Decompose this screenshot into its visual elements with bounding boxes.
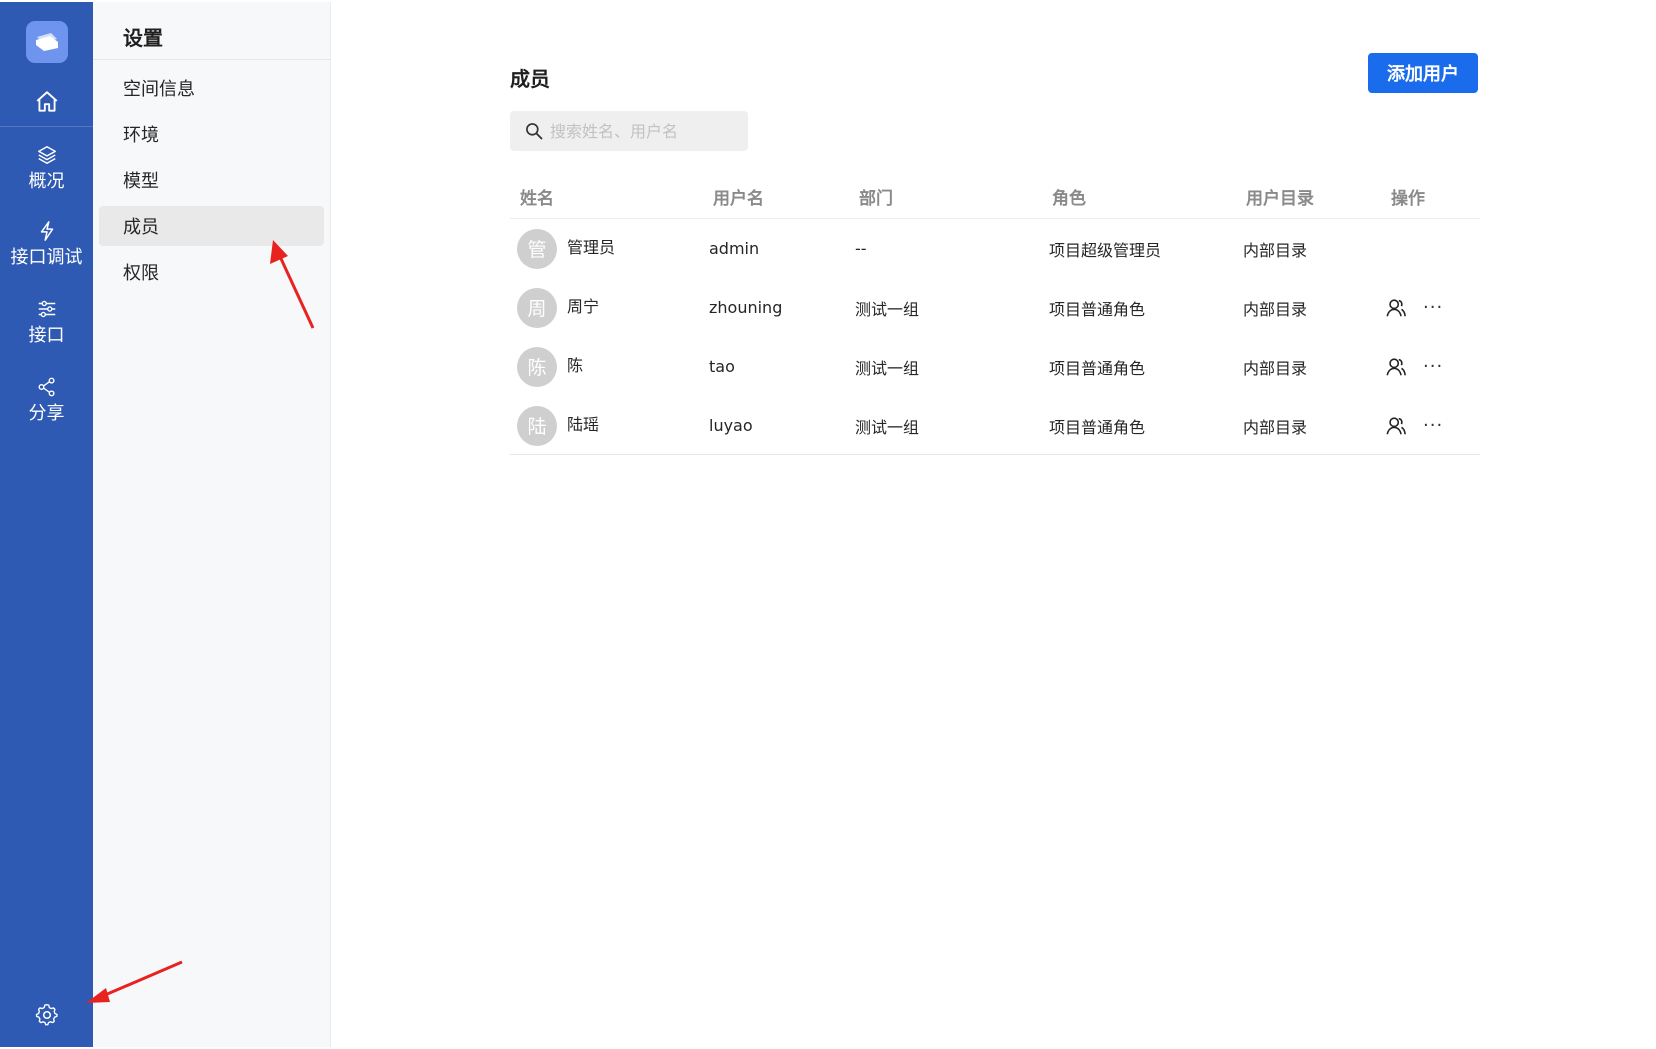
avatar: 陈 (517, 346, 557, 387)
username-cell: admin (709, 239, 760, 258)
name-cell: 管 管理员 (517, 219, 615, 278)
directory-cell: 内部目录 (1243, 358, 1308, 378)
role-cell: 项目超级管理员 (1049, 240, 1162, 260)
table-row: 陆 陆瑶 luyao 测试一组 项目普通角色 内部目录 ··· (510, 396, 1480, 455)
home-icon (36, 91, 57, 112)
column-header-username: 用户名 (713, 189, 764, 209)
app-window: 概况 接口调试 接口 分享 设置 空间信息 环境 模型 成员 权限 成员 添加用… (0, 2, 1656, 1047)
rail-item-label: 概况 (28, 171, 65, 192)
avatar: 管 (517, 228, 557, 269)
rail-item-api-debug[interactable]: 接口调试 (0, 218, 93, 270)
rail-item-share[interactable]: 分享 (0, 374, 93, 426)
username-cell: zhouning (709, 298, 783, 317)
role-cell: 项目普通角色 (1049, 417, 1146, 437)
role-cell: 项目普通角色 (1049, 358, 1146, 378)
department-cell: 测试一组 (855, 358, 920, 378)
search-box[interactable] (510, 111, 748, 151)
member-name: 陆瑶 (567, 414, 600, 434)
table-header: 姓名 用户名 部门 角色 用户目录 操作 (510, 174, 1480, 219)
department-cell: 测试一组 (855, 417, 920, 437)
member-name: 陈 (567, 355, 584, 375)
actions-cell: ··· (1383, 396, 1443, 455)
rail-item-label: 分享 (28, 403, 65, 424)
settings-divider (93, 59, 331, 60)
nav-rail: 概况 接口调试 接口 分享 (0, 2, 93, 1047)
more-icon[interactable]: ··· (1423, 356, 1443, 377)
menu-item-space-info[interactable]: 空间信息 (99, 68, 324, 108)
directory-cell: 内部目录 (1243, 240, 1308, 260)
name-cell: 陈 陈 (517, 337, 583, 396)
column-header-department: 部门 (859, 189, 893, 209)
column-header-directory: 用户目录 (1246, 189, 1314, 209)
role-cell: 项目普通角色 (1049, 299, 1146, 319)
avatar: 周 (517, 287, 557, 328)
avatar: 陆 (517, 405, 557, 446)
table-row: 周 周宁 zhouning 测试一组 项目普通角色 内部目录 ··· (510, 278, 1480, 337)
rail-item-label: 接口调试 (10, 247, 83, 268)
page-title: 成员 (510, 67, 550, 91)
menu-item-environment[interactable]: 环境 (99, 114, 324, 154)
department-cell: -- (855, 239, 867, 258)
lightning-icon (36, 218, 58, 244)
search-icon (526, 123, 543, 140)
directory-cell: 内部目录 (1243, 417, 1308, 437)
department-cell: 测试一组 (855, 299, 920, 319)
column-header-role: 角色 (1052, 189, 1086, 209)
search-input[interactable] (550, 121, 740, 141)
settings-title: 设置 (123, 26, 163, 50)
rail-item-api[interactable]: 接口 (0, 296, 93, 348)
column-header-actions: 操作 (1391, 189, 1425, 209)
actions-cell: ··· (1383, 337, 1443, 396)
name-cell: 陆 陆瑶 (517, 396, 599, 455)
rail-item-overview[interactable]: 概况 (0, 142, 93, 194)
share-icon (36, 374, 58, 400)
user-role-icon[interactable] (1383, 354, 1409, 380)
home-nav-button[interactable] (0, 77, 93, 127)
members-table: 姓名 用户名 部门 角色 用户目录 操作 管 管理员 admin -- 项目超级… (510, 174, 1480, 455)
actions-cell: ··· (1383, 278, 1443, 337)
member-name: 管理员 (567, 237, 616, 257)
column-header-name: 姓名 (520, 189, 554, 209)
logo-icon (36, 33, 58, 51)
more-icon[interactable]: ··· (1423, 297, 1443, 318)
sliders-icon (36, 296, 58, 322)
menu-item-model[interactable]: 模型 (99, 160, 324, 200)
app-logo[interactable] (26, 21, 68, 63)
user-role-icon[interactable] (1383, 295, 1409, 321)
more-icon[interactable]: ··· (1423, 415, 1443, 436)
add-user-button[interactable]: 添加用户 (1368, 53, 1478, 93)
username-cell: tao (709, 357, 735, 376)
rail-divider (0, 126, 93, 127)
rail-item-label: 接口 (28, 325, 65, 346)
username-cell: luyao (709, 416, 753, 435)
layers-icon (36, 142, 58, 168)
user-role-icon[interactable] (1383, 413, 1409, 439)
settings-button[interactable] (29, 997, 65, 1033)
menu-item-permissions[interactable]: 权限 (99, 252, 324, 292)
table-row: 管 管理员 admin -- 项目超级管理员 内部目录 (510, 219, 1480, 278)
menu-item-members[interactable]: 成员 (99, 206, 324, 246)
settings-sidebar: 设置 空间信息 环境 模型 成员 权限 (93, 2, 331, 1047)
main-content: 成员 添加用户 姓名 用户名 部门 角色 用户目录 操作 管 管理员 (332, 2, 1655, 1047)
name-cell: 周 周宁 (517, 278, 599, 337)
directory-cell: 内部目录 (1243, 299, 1308, 319)
gear-icon (35, 1003, 58, 1026)
table-row: 陈 陈 tao 测试一组 项目普通角色 内部目录 ··· (510, 337, 1480, 396)
member-name: 周宁 (567, 296, 600, 316)
